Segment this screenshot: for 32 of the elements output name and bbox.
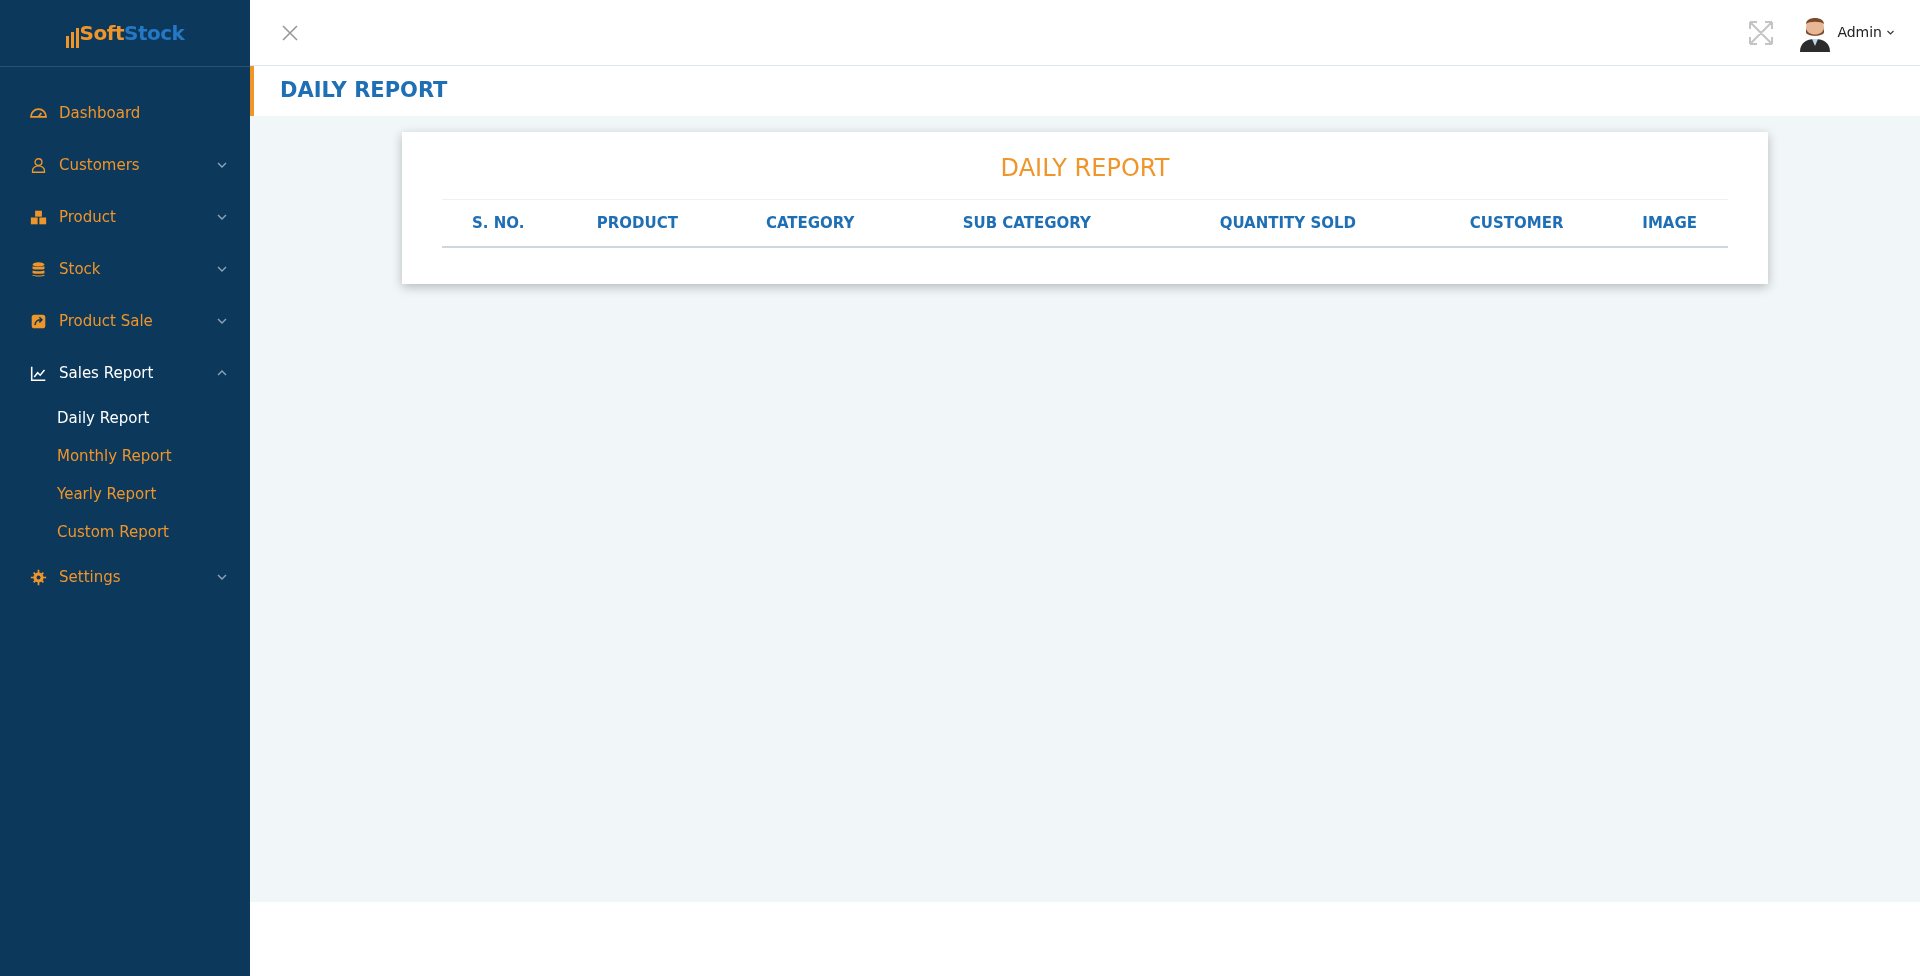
database-icon [30,260,47,278]
chart-icon [30,364,47,382]
column-header: CATEGORY [720,199,901,248]
column-header: S. NO. [442,199,555,248]
sidebar-item[interactable]: Dashboard [0,87,250,139]
column-header: CUSTOMER [1422,199,1612,248]
column-header: QUANTITY SOLD [1153,199,1423,248]
sidebar-item[interactable]: Product Sale [0,295,250,347]
settings-icon [30,568,47,586]
column-header: IMAGE [1611,199,1728,248]
fullscreen-icon[interactable] [1748,19,1775,46]
chevron-icon [1886,28,1895,37]
sidebar-item[interactable]: Sales Report [0,347,250,399]
sidebar-subitem[interactable]: Daily Report [0,399,250,437]
sidebar-item[interactable]: Product [0,191,250,243]
user-menu[interactable]: Admin [1836,21,1896,44]
user-icon [30,156,47,174]
page-title: DAILY REPORT [280,78,448,104]
gauge-icon [30,108,47,118]
sidebar-subitem[interactable]: Monthly Report [0,437,250,475]
logo[interactable]: SoftStock [65,18,185,48]
close-icon[interactable] [280,22,300,43]
sidebar-item[interactable]: Customers [0,139,250,191]
sidebar-item[interactable]: Stock [0,243,250,295]
sidebar-subitem[interactable]: Yearly Report [0,475,250,513]
sidebar-subitem[interactable]: Custom Report [0,513,250,551]
column-header: SUB CATEGORY [900,199,1154,248]
column-header: PRODUCT [554,199,721,248]
sidebar-item[interactable]: Settings [0,551,250,603]
share-icon [30,312,47,330]
boxes-icon [30,208,47,226]
card-title: DAILY REPORT [999,154,1171,183]
